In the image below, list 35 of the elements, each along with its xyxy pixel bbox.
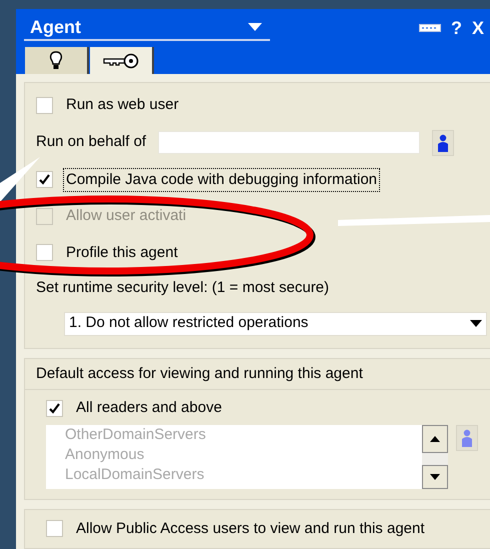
dropdown[interactable]: 1. Do not allow restricted operations [64, 312, 487, 336]
close-button[interactable]: X [472, 14, 484, 42]
up-arrow-icon [430, 436, 440, 442]
tab[interactable] [90, 47, 154, 74]
window-title: Agent [29, 16, 82, 39]
checkbox[interactable] [46, 400, 63, 417]
check-icon [49, 402, 60, 414]
down-arrow-icon [430, 474, 440, 480]
help-button[interactable]: ? [450, 14, 462, 42]
tab[interactable] [25, 47, 89, 74]
checkbox-label: Profile this agent [65, 242, 179, 262]
title-dropdown[interactable]: Agent [24, 15, 270, 41]
checkbox-label: Run as web user [65, 95, 180, 115]
checkbox-label: Allow user activati [65, 206, 188, 226]
group-heading: Default access for viewing and running this agent [25, 358, 490, 390]
input-field[interactable] [158, 131, 420, 154]
checkbox-label: Compile Java code with debugging information [63, 168, 380, 192]
collapse-icon[interactable] [418, 24, 441, 32]
checkbox-label: Allow Public Access users to view and run this agent [75, 518, 426, 538]
person-picker-button[interactable] [432, 130, 454, 156]
checkbox-label: All readers and above [75, 398, 223, 418]
field-label: Run on behalf of [36, 132, 146, 152]
caret-icon [248, 23, 262, 31]
caret-icon [470, 320, 482, 327]
check-icon [39, 174, 50, 186]
key-icon [103, 52, 139, 68]
checkbox[interactable] [36, 244, 53, 262]
person-icon [461, 428, 473, 446]
checkbox[interactable] [36, 96, 53, 114]
lightbulb-icon [49, 50, 63, 70]
field-label: Set runtime security level: (1 = most secure) [36, 278, 330, 298]
checkbox[interactable] [46, 520, 63, 538]
person-icon [437, 134, 450, 152]
checkbox[interactable] [36, 171, 53, 188]
annotation-pointer-line [0, 157, 42, 202]
